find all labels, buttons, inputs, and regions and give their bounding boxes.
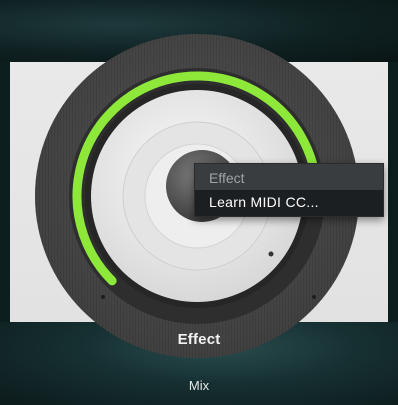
knob-label: Effect — [177, 331, 221, 348]
knob-indicator-dot — [268, 251, 274, 257]
mix-label: Mix — [188, 378, 210, 393]
context-menu-title: Effect — [209, 170, 245, 186]
max-marker — [312, 295, 316, 299]
learn-midi-cc-menu-item[interactable]: Learn MIDI CC... — [195, 190, 383, 216]
context-menu: Effect Learn MIDI CC... — [194, 163, 384, 217]
min-marker — [101, 295, 105, 299]
menu-item-label: Learn MIDI CC... — [209, 194, 319, 210]
